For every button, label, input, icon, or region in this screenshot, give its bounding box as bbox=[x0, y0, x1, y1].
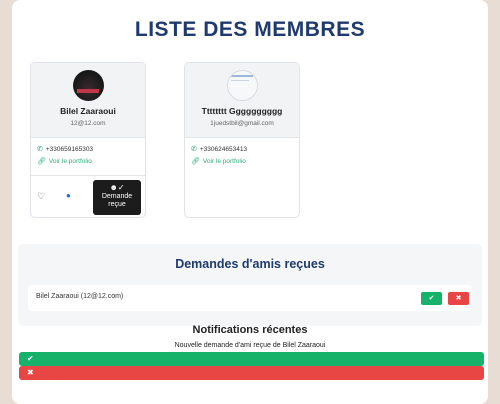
member-card-header: Tttttttt Gggggggggg 1juedstbil@gmail.com bbox=[185, 63, 299, 138]
member-phone-row: ✆ +330624653413 bbox=[191, 145, 248, 154]
phone-icon: ✆ bbox=[37, 146, 43, 153]
close-icon: ✖ bbox=[455, 295, 462, 302]
member-email: 12@12.com bbox=[70, 120, 106, 127]
notification-message: Nouvelle demande d'ami reçue de Bilel Za… bbox=[174, 342, 326, 349]
member-phone-row: ✆ +330659165303 bbox=[37, 145, 94, 154]
member-card: Tttttttt Gggggggggg 1juedstbil@gmail.com… bbox=[184, 62, 300, 218]
phone-icon: ✆ bbox=[191, 146, 197, 153]
request-received-button[interactable]: ☻✓ Demande reçue bbox=[93, 180, 141, 215]
user-check-icon: ☻✓ bbox=[109, 183, 125, 192]
portfolio-link[interactable]: 🔗︎ Voir le portfolio bbox=[191, 157, 246, 166]
notifications-title: Notifications récentes bbox=[192, 324, 308, 336]
reject-request-button[interactable]: ✖ bbox=[448, 292, 469, 305]
accept-request-button[interactable]: ✔ bbox=[421, 292, 442, 305]
avatar bbox=[73, 70, 104, 101]
message-icon[interactable]: ● bbox=[66, 191, 71, 200]
link-icon: 🔗︎ bbox=[37, 158, 46, 165]
portfolio-link-label[interactable]: Voir le portfolio bbox=[49, 158, 92, 165]
member-card-header: Bilel Zaaraoui 12@12.com bbox=[31, 63, 145, 138]
avatar bbox=[227, 70, 258, 101]
portfolio-link[interactable]: 🔗︎ Voir le portfolio bbox=[37, 157, 92, 166]
check-icon: ✔ bbox=[27, 354, 34, 363]
friend-requests-title: Demandes d'amis reçues bbox=[175, 257, 325, 271]
friend-requests-section: Demandes d'amis reçues Bilel Zaaraoui (1… bbox=[18, 244, 482, 326]
member-card: Bilel Zaaraoui 12@12.com ✆ +330659165303… bbox=[30, 62, 146, 218]
accept-notification-button[interactable]: ✔ bbox=[19, 352, 484, 366]
page-title: LISTE DES MEMBRES bbox=[134, 18, 366, 41]
member-email: 1juedstbil@gmail.com bbox=[210, 120, 274, 127]
portfolio-link-label[interactable]: Voir le portfolio bbox=[203, 158, 246, 165]
member-phone: +330624653413 bbox=[199, 145, 248, 153]
check-icon: ✔ bbox=[428, 295, 435, 302]
member-name: Tttttttt Gggggggggg bbox=[201, 106, 283, 116]
member-actions: ♡ ● ☻✓ Demande reçue bbox=[31, 175, 145, 217]
link-icon: 🔗︎ bbox=[191, 158, 200, 165]
request-received-label: Demande reçue bbox=[101, 193, 133, 208]
friend-request-text: Bilel Zaaraoui (12@12.com) bbox=[36, 293, 124, 300]
member-phone: +330659165303 bbox=[45, 145, 94, 153]
heart-icon[interactable]: ♡ bbox=[37, 191, 45, 202]
close-icon: ✖ bbox=[27, 368, 34, 377]
dismiss-notification-button[interactable]: ✖ bbox=[19, 366, 484, 380]
member-name: Bilel Zaaraoui bbox=[60, 106, 116, 116]
friend-request-row: Bilel Zaaraoui (12@12.com) ✔ ✖ bbox=[28, 285, 472, 311]
